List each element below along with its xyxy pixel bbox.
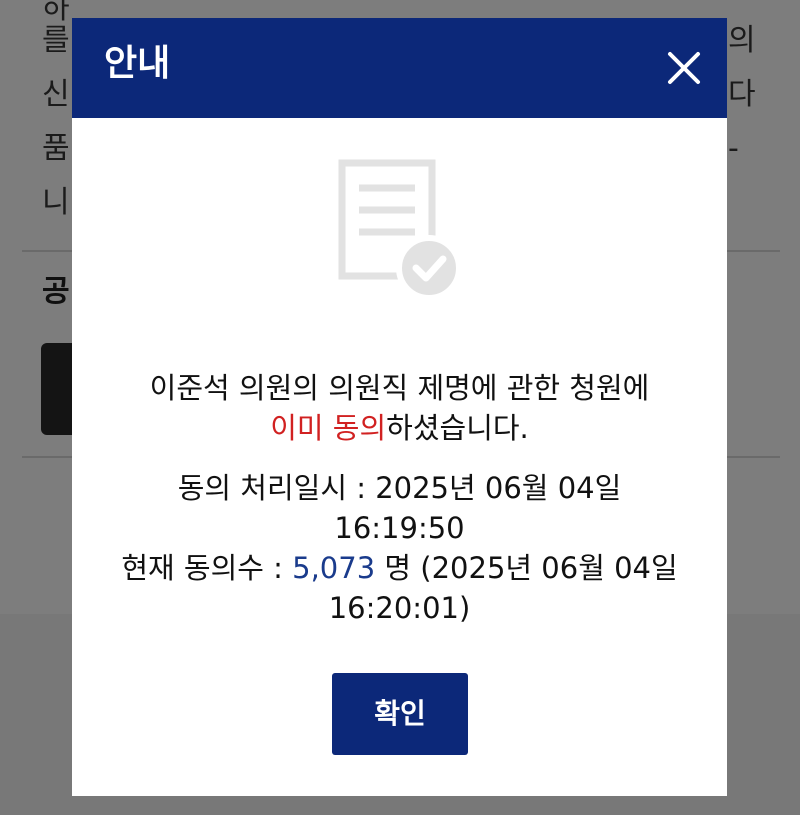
message-suffix: 하셨습니다. bbox=[386, 411, 529, 445]
bg-text-line: 하 bbox=[42, 0, 70, 26]
bg-text-line: 를 bbox=[42, 23, 70, 58]
close-button[interactable] bbox=[662, 46, 706, 90]
bg-section-heading: 공 bbox=[42, 274, 70, 309]
confirm-button[interactable]: 확인 bbox=[332, 673, 468, 755]
count-value: 5,073 bbox=[292, 551, 376, 585]
count-label: 현재 동의수 : bbox=[121, 551, 293, 585]
count-time: 16:20:01) bbox=[328, 591, 471, 625]
agree-count-line: 현재 동의수 : 5,073 명 (2025년 06월 04일 bbox=[72, 548, 727, 588]
bg-text-right: - bbox=[728, 131, 739, 166]
message-line-2: 이미 동의하셨습니다. bbox=[72, 408, 727, 448]
dialog-title: 안내 bbox=[104, 43, 171, 84]
bg-text-right: 의 bbox=[728, 23, 756, 58]
process-datetime-label: 동의 처리일시 : 2025년 06월 04일 bbox=[177, 471, 622, 505]
bg-text-line: 품 bbox=[42, 131, 70, 166]
bg-text-line: 니 bbox=[42, 185, 70, 220]
bg-text-right: 다 bbox=[728, 77, 756, 112]
document-check-icon bbox=[338, 159, 462, 301]
message-line-1: 이준석 의원의 의원직 제명에 관한 청원에 bbox=[149, 371, 650, 405]
process-time: 16:19:50 bbox=[334, 511, 465, 545]
close-icon bbox=[668, 52, 700, 84]
count-suffix: 명 (2025년 06월 04일 bbox=[375, 551, 678, 585]
dialog-header: 안내 bbox=[72, 18, 727, 118]
notice-dialog: 안내 이준석 의원의 의원직 제명에 관한 청원에 이미 동의하셨습니다. 동의… bbox=[72, 18, 727, 796]
bg-text-line: 신 bbox=[42, 77, 70, 112]
agreed-highlight: 이미 동의 bbox=[270, 411, 387, 445]
